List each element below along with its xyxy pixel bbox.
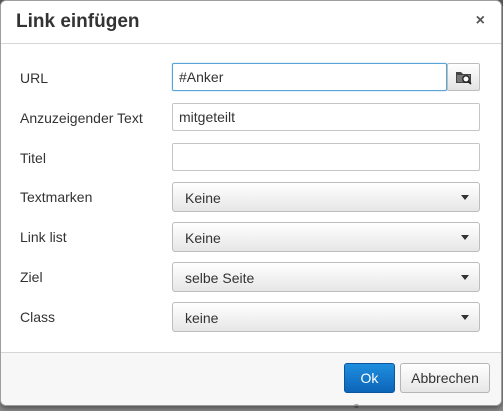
ok-button[interactable]: Ok bbox=[344, 363, 395, 393]
url-field-wrapper bbox=[172, 63, 447, 91]
title-input[interactable] bbox=[173, 144, 479, 170]
chevron-down-icon bbox=[461, 235, 469, 240]
title-row: Titel bbox=[1, 143, 501, 173]
link-list-row: Link list Keine bbox=[1, 222, 501, 252]
target-row: Ziel selbe Seite bbox=[1, 262, 501, 292]
text-row: Anzuzeigender Text bbox=[1, 103, 501, 133]
dialog-title: Link einfügen bbox=[16, 11, 140, 32]
bookmarks-label: Textmarken bbox=[20, 189, 93, 205]
class-select[interactable]: keine bbox=[172, 302, 480, 332]
bookmarks-row: Textmarken Keine bbox=[1, 182, 501, 212]
dialog-footer: Ok Abbrechen bbox=[1, 352, 501, 405]
target-select[interactable]: selbe Seite bbox=[172, 262, 480, 292]
title-label: Titel bbox=[20, 150, 46, 166]
chevron-down-icon bbox=[461, 315, 469, 320]
title-field-wrapper bbox=[172, 143, 480, 171]
cancel-button[interactable]: Abbrechen bbox=[400, 363, 490, 393]
dialog-titlebar: Link einfügen × bbox=[1, 1, 501, 44]
link-list-selected-value: Keine bbox=[185, 230, 221, 246]
bookmarks-selected-value: Keine bbox=[185, 190, 221, 206]
close-icon[interactable]: × bbox=[476, 13, 485, 29]
display-text-input[interactable] bbox=[173, 104, 479, 130]
text-label: Anzuzeigender Text bbox=[20, 110, 143, 126]
target-label: Ziel bbox=[20, 269, 43, 285]
class-selected-value: keine bbox=[185, 310, 219, 326]
bookmarks-select[interactable]: Keine bbox=[172, 182, 480, 212]
class-row: Class keine bbox=[1, 302, 501, 332]
resize-grip-icon: ≡ bbox=[354, 402, 359, 411]
class-label: Class bbox=[20, 309, 56, 325]
url-label: URL bbox=[20, 70, 49, 86]
chevron-down-icon bbox=[461, 275, 469, 280]
url-input[interactable] bbox=[173, 64, 446, 90]
target-selected-value: selbe Seite bbox=[185, 270, 255, 286]
insert-link-dialog: Link einfügen × URL Anzuzeigender Text T… bbox=[0, 0, 502, 406]
chevron-down-icon bbox=[461, 195, 469, 200]
url-row: URL bbox=[1, 63, 501, 93]
link-list-label: Link list bbox=[20, 229, 67, 245]
browse-button[interactable] bbox=[447, 63, 480, 91]
link-list-select[interactable]: Keine bbox=[172, 222, 480, 252]
folder-search-icon bbox=[456, 72, 472, 85]
text-field-wrapper bbox=[172, 103, 480, 131]
